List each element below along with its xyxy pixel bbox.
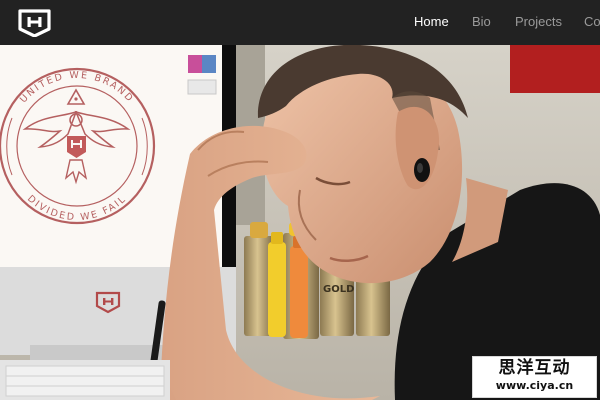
watermark-url: www.ciya.cn xyxy=(495,379,574,392)
orange-marker xyxy=(290,246,308,338)
keyboard xyxy=(0,360,170,400)
red-poster xyxy=(510,45,600,93)
brand-logo-icon[interactable] xyxy=(17,9,52,38)
can-label: GOLD xyxy=(323,284,354,295)
watermark-title: 思洋互动 xyxy=(498,358,571,378)
watermark-badge: 思洋互动 www.ciya.cn xyxy=(472,356,597,398)
hero-image: UNITED WE BRAND DIVIDED WE FAIL GOLD xyxy=(0,45,600,400)
nav-link-bio[interactable]: Bio xyxy=(472,14,491,29)
nav-link-projects[interactable]: Projects xyxy=(515,14,562,29)
nav-link-home[interactable]: Home xyxy=(414,14,449,29)
top-navbar: Home Bio Projects Co xyxy=(0,0,600,45)
yellow-marker xyxy=(268,242,286,337)
nav-link-contact[interactable]: Co xyxy=(584,14,600,29)
